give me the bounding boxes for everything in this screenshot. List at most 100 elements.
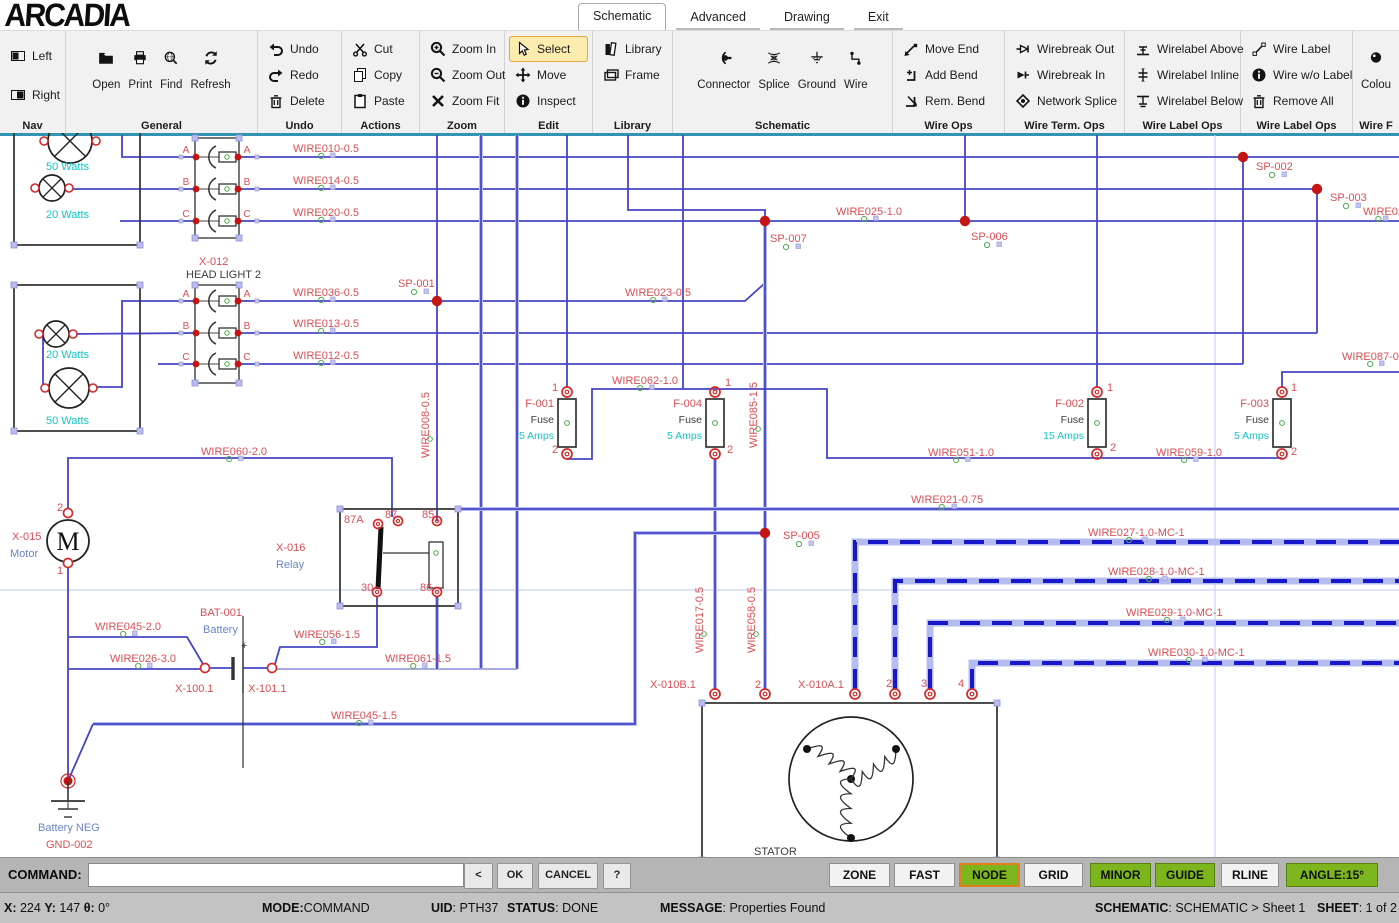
schematic-text[interactable]: STATOR [754,846,797,857]
wire-label-vertical[interactable]: WIRE085-1.5 [748,382,760,448]
wire-label[interactable]: WIRE027-1.0-MC-1 [1088,527,1185,539]
wire-label[interactable]: WIRE036-0.5 [293,287,359,299]
schematic-text[interactable]: 50 Watts [46,161,89,173]
schematic-text[interactable]: Battery [203,624,238,636]
motor[interactable]: M [47,509,89,568]
schematic-text[interactable]: X-016 [276,542,305,554]
wire[interactable] [628,135,765,221]
schematic-text[interactable]: X-010A.1 [798,679,844,691]
connector-button[interactable]: Connector [694,36,753,92]
schematic-text[interactable]: X-015 [12,531,41,543]
splice-sp-006[interactable] [960,216,970,226]
lamp[interactable] [40,133,100,163]
refresh-button[interactable]: Refresh [187,36,233,92]
schematic-text[interactable]: + [241,640,247,652]
wirebreak-in-button[interactable]: Wirebreak In [1009,62,1120,88]
fuse-f-004[interactable]: F-004 Fuse 5 Amps [667,387,724,459]
tab-advanced[interactable]: Advanced [676,5,760,30]
inspect-button[interactable]: Inspect [509,88,588,114]
schematic-text[interactable]: X-012 [199,256,228,268]
schematic-text[interactable]: 1 [1107,382,1113,394]
open-button[interactable]: Open [89,36,123,92]
splice-label[interactable]: SP-001 [398,278,435,290]
schematic-text[interactable]: Relay [276,559,305,571]
wire-label[interactable]: WIRE020-0.5 [293,207,359,219]
find-button[interactable]: Find [157,36,185,92]
schematic-text[interactable]: BAT-001 [200,607,242,619]
move-button[interactable]: Move [509,62,588,88]
colou-button[interactable]: Colou [1358,36,1394,92]
cmd-ok-button[interactable]: OK [497,863,533,889]
wire[interactable] [89,301,195,387]
toggle-node[interactable]: NODE [959,863,1020,887]
fuse-f-002[interactable]: F-002 Fuse 15 Amps [1043,387,1106,459]
fuse-f-003[interactable]: F-003 Fuse 5 Amps [1234,387,1291,459]
splice-label[interactable]: SP-007 [770,233,807,245]
wire-label-vertical[interactable]: WIRE008-0.5 [420,392,432,458]
wirebreak-out-button[interactable]: Wirebreak Out [1009,36,1120,62]
wire[interactable] [69,333,195,334]
relay[interactable] [378,527,443,589]
schematic-text[interactable]: 20 Watts [46,209,89,221]
schematic-text[interactable]: 1 [725,377,731,389]
right-button[interactable]: Right [4,82,61,108]
schematic-svg[interactable]: A A B B C C [0,133,1399,857]
print-button[interactable]: Print [125,36,155,92]
schematic-text[interactable]: 4 [958,678,964,690]
toggle-angle-15[interactable]: ANGLE:15° [1286,863,1378,887]
schematic-text[interactable]: X-100.1 [175,683,214,695]
cut-button[interactable]: Cut [346,36,415,62]
tab-exit[interactable]: Exit [854,5,903,30]
ground-button[interactable]: Ground [795,36,839,92]
command-input[interactable] [88,863,464,887]
undo-button[interactable]: Undo [262,36,337,62]
fuse-f-001[interactable]: F-001 Fuse 5 Amps [519,387,576,459]
wire-label[interactable]: WIRE02 [1363,206,1399,218]
schematic-text[interactable]: 50 Watts [46,415,89,427]
splice-sp-003[interactable] [1312,184,1322,194]
schematic-text[interactable]: 3 [921,678,927,690]
schematic-text[interactable]: X-010B.1 [650,679,696,691]
splice-sp-001[interactable] [432,296,442,306]
wire[interactable] [93,533,760,724]
lamp[interactable] [35,321,77,347]
wirelabel-above-button[interactable]: Wirelabel Above [1129,36,1236,62]
schematic-text[interactable]: GND-002 [46,839,92,851]
schematic-text[interactable]: 1 [1291,382,1297,394]
toggle-fast[interactable]: FAST [894,863,955,887]
wire-label[interactable]: WIRE013-0.5 [293,318,359,330]
schematic-text[interactable]: Motor [10,548,38,560]
wire-label[interactable]: WIRE060-2.0 [201,446,267,458]
cmd-back-button[interactable]: ? [603,863,631,889]
wire-label-vertical[interactable]: WIRE017-0.5 [694,587,706,653]
schematic-text[interactable]: 2 [1110,442,1116,454]
paste-button[interactable]: Paste [346,88,415,114]
wire-label[interactable]: WIRE026-3.0 [110,653,176,665]
splice-label[interactable]: SP-006 [971,231,1008,243]
schematic-text[interactable]: 87 [385,509,397,521]
cmd-cancel-button[interactable]: CANCEL [538,863,598,889]
toggle-guide[interactable]: GUIDE [1155,863,1215,887]
splice-label[interactable]: SP-005 [783,530,820,542]
wire-label[interactable]: WIRE056-1.5 [294,629,360,641]
toggle-minor[interactable]: MINOR [1090,863,1151,887]
schematic-text[interactable]: 1 [552,382,558,394]
library-button[interactable]: Library [597,36,668,62]
network-splice-button[interactable]: Network Splice [1009,88,1120,114]
schematic-text[interactable]: 2 [727,444,733,456]
cmd-back-button[interactable]: < [464,863,493,889]
schematic-text[interactable]: 2 [755,679,761,691]
wire-label[interactable]: WIRE059-1.0 [1156,447,1222,459]
schematic-text[interactable]: 87A [344,514,364,526]
wire-w-o-label-button[interactable]: Wire w/o Label [1245,62,1348,88]
wire[interactable] [567,389,1097,459]
toggle-zone[interactable]: ZONE [829,863,890,887]
stator[interactable] [710,689,977,842]
lamp[interactable] [31,175,73,201]
schematic-text[interactable]: 30 [361,582,373,594]
move-end-button[interactable]: Move End [897,36,1000,62]
schematic-text[interactable]: 20 Watts [46,349,89,361]
add-bend-button[interactable]: Add Bend [897,62,1000,88]
wire-label[interactable]: WIRE061-1.5 [385,653,451,665]
wire-label[interactable]: WIRE025-1.0 [836,206,902,218]
